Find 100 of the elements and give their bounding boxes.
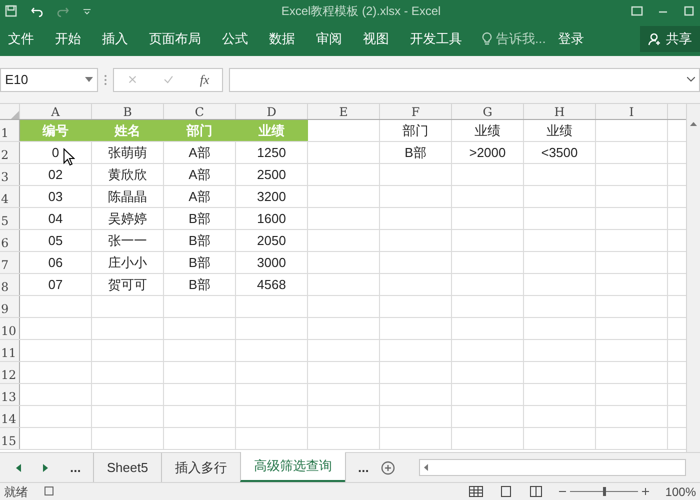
table-cell: 3200 <box>236 186 308 207</box>
table-cell: B部 <box>164 208 236 229</box>
vertical-scrollbar[interactable] <box>686 104 700 452</box>
column-header[interactable]: C <box>164 104 236 119</box>
table-cell: 贺可可 <box>92 274 164 295</box>
ribbon-tab[interactable]: 数据 <box>269 29 295 49</box>
share-button[interactable]: 共享 <box>640 26 700 52</box>
row-header[interactable]: 2 <box>0 142 20 163</box>
lightbulb-icon <box>482 32 492 46</box>
column-header[interactable]: D <box>236 104 308 119</box>
table-cell: 庄小小 <box>92 252 164 273</box>
table-cell: 2500 <box>236 164 308 185</box>
sheet-tab[interactable]: 高级筛选查询 <box>240 452 346 482</box>
table-cell: 陈晶晶 <box>92 186 164 207</box>
ribbon-tab[interactable]: 文件 <box>8 29 34 49</box>
page-break-icon[interactable] <box>529 486 544 497</box>
row-header[interactable]: 15 <box>0 428 20 449</box>
column-header[interactable]: G <box>452 104 524 119</box>
header-cell: 部门 <box>164 120 236 141</box>
zoom-slider[interactable] <box>570 487 638 496</box>
header-cell: 姓名 <box>92 120 164 141</box>
column-header[interactable]: H <box>524 104 596 119</box>
row-header[interactable]: 3 <box>0 164 20 185</box>
add-sheet-icon[interactable] <box>380 460 395 474</box>
table-cell: 张一一 <box>92 230 164 251</box>
table-cell: 06 <box>20 252 92 273</box>
header-cell: 编号 <box>20 120 92 141</box>
scroll-right-icon[interactable] <box>43 464 48 472</box>
formula-input[interactable] <box>229 68 700 92</box>
ribbon-tab[interactable]: 开始 <box>55 29 81 49</box>
ribbon-tab[interactable]: 视图 <box>363 29 389 49</box>
table-cell: >2000 <box>452 142 524 163</box>
sign-in-link[interactable]: 登录 <box>558 29 584 49</box>
person-add-icon <box>648 32 662 46</box>
ribbon-tab[interactable]: 审阅 <box>316 29 342 49</box>
table-cell: 07 <box>20 274 92 295</box>
ribbon-tab[interactable]: 开发工具 <box>410 29 462 49</box>
grip-icon <box>104 74 107 86</box>
row-header[interactable]: 12 <box>0 362 20 383</box>
table-cell: B部 <box>164 274 236 295</box>
table-cell: <3500 <box>524 142 596 163</box>
table-cell: 05 <box>20 230 92 251</box>
more-sheets-button[interactable]: ... <box>70 458 81 478</box>
more-sheets-button[interactable]: ... <box>358 458 369 478</box>
table-cell: 1600 <box>236 208 308 229</box>
ribbon-tab[interactable]: 页面布局 <box>149 29 201 49</box>
status-text: 就绪 <box>4 484 28 500</box>
table-cell: 部门 <box>380 120 452 141</box>
scroll-left-icon[interactable] <box>424 464 428 471</box>
column-header[interactable]: I <box>596 104 668 119</box>
table-cell: 2050 <box>236 230 308 251</box>
row-header[interactable]: 8 <box>0 274 20 295</box>
table-cell: 张萌萌 <box>92 142 164 163</box>
row-header[interactable]: 10 <box>0 318 20 339</box>
column-header[interactable]: F <box>380 104 452 119</box>
normal-view-icon[interactable] <box>469 486 484 497</box>
table-cell: 黄欣欣 <box>92 164 164 185</box>
row-header[interactable]: 4 <box>0 186 20 207</box>
window-title: Excel教程模板 (2).xlsx - Excel <box>280 3 442 20</box>
table-cell: 3000 <box>236 252 308 273</box>
row-header[interactable]: 1 <box>0 120 20 141</box>
row-header[interactable]: 13 <box>0 384 20 405</box>
page-layout-icon[interactable] <box>499 486 514 497</box>
expand-icon <box>687 77 695 82</box>
table-cell: B部 <box>380 142 452 163</box>
macro-record-icon <box>44 486 55 497</box>
column-header[interactable]: E <box>308 104 380 119</box>
row-header[interactable]: 5 <box>0 208 20 229</box>
column-header[interactable]: B <box>92 104 164 119</box>
header-cell: 业绩 <box>236 120 308 141</box>
zoom-in-icon[interactable] <box>642 488 650 495</box>
row-header[interactable]: 7 <box>0 252 20 273</box>
row-header[interactable]: 6 <box>0 230 20 251</box>
ribbon-display-icon[interactable] <box>630 4 644 18</box>
table-cell: 04 <box>20 208 92 229</box>
row-header[interactable]: 11 <box>0 340 20 361</box>
zoom-out-icon[interactable] <box>559 490 566 493</box>
dropdown-icon <box>85 77 93 82</box>
table-cell: B部 <box>164 252 236 273</box>
ribbon-tab[interactable]: 插入 <box>102 29 128 49</box>
insert-function-button[interactable]: fx <box>200 70 210 90</box>
row-header[interactable]: 14 <box>0 406 20 427</box>
scroll-up-icon[interactable] <box>690 122 697 126</box>
table-cell: 吴婷婷 <box>92 208 164 229</box>
maximize-icon[interactable] <box>682 4 696 18</box>
scroll-left-icon[interactable] <box>16 464 21 472</box>
name-box[interactable]: E10 <box>0 68 98 92</box>
table-cell: 1250 <box>236 142 308 163</box>
table-cell: A部 <box>164 142 236 163</box>
table-cell: A部 <box>164 186 236 207</box>
zoom-level[interactable]: 100% <box>665 482 696 500</box>
check-icon[interactable] <box>163 74 174 85</box>
tell-me-field[interactable]: 告诉我... <box>482 29 546 49</box>
horizontal-scrollbar[interactable] <box>418 459 686 476</box>
row-header[interactable]: 9 <box>0 296 20 317</box>
table-cell: 03 <box>20 186 92 207</box>
ribbon-tab[interactable]: 公式 <box>222 29 248 49</box>
save-icon[interactable] <box>4 4 18 18</box>
mouse-pointer-icon <box>63 148 75 166</box>
column-header[interactable]: A <box>20 104 92 119</box>
